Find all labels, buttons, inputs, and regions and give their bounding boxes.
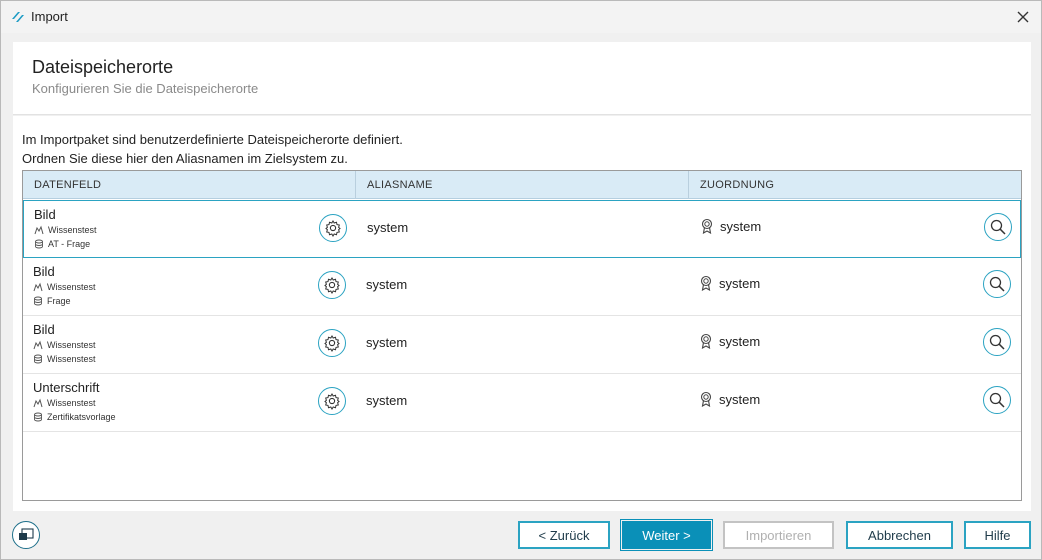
configure-button[interactable] <box>318 329 346 357</box>
module-icon <box>33 282 43 292</box>
assignment-label: system <box>719 333 761 349</box>
module-icon <box>33 340 43 350</box>
field-module-label: Wissenstest <box>47 340 96 350</box>
column-divider[interactable] <box>688 171 689 199</box>
module-icon <box>33 398 43 408</box>
award-icon <box>700 333 712 349</box>
title-bar: Import <box>1 1 1041 33</box>
field-module-label: Wissenstest <box>47 282 96 292</box>
assignment-value: system <box>699 333 760 349</box>
next-button[interactable]: Weiter > <box>620 519 713 551</box>
gear-icon <box>324 393 340 410</box>
field-source: Wissenstest <box>33 354 96 364</box>
assignment-value: system <box>699 275 760 291</box>
header-panel: Dateispeicherorte Konfigurieren Sie die … <box>13 42 1031 115</box>
field-source: Zertifikatsvorlage <box>33 412 116 422</box>
cancel-button[interactable]: Abbrechen <box>846 521 953 549</box>
window-toggle-icon <box>19 528 34 540</box>
field-module: Wissenstest <box>34 225 97 235</box>
mapping-table: DATENFELD ALIASNAME ZUORDNUNG Bild Wisse… <box>22 170 1022 501</box>
column-header-datenfeld[interactable]: DATENFELD <box>34 171 101 199</box>
table-row[interactable]: Bild Wissenstest AT - Frage system syste… <box>23 200 1021 258</box>
alias-name: system <box>367 220 409 235</box>
field-name: Bild <box>34 207 56 222</box>
table-row[interactable]: Unterschrift Wissenstest Zertifikatsvorl… <box>23 374 1021 432</box>
alias-name: system <box>366 393 408 408</box>
intro-line-1: Im Importpaket sind benutzerdefinierte D… <box>22 132 403 147</box>
configure-button[interactable] <box>318 387 346 415</box>
field-source-label: Wissenstest <box>47 354 96 364</box>
gear-icon <box>324 277 340 294</box>
table-header: DATENFELD ALIASNAME ZUORDNUNG <box>23 171 1021 199</box>
import-button[interactable]: Importieren <box>723 521 834 549</box>
window-toggle-button[interactable] <box>12 521 40 549</box>
assignment-value: system <box>700 218 761 234</box>
field-source-label: Zertifikatsvorlage <box>47 412 116 422</box>
assignment-value: system <box>699 391 760 407</box>
app-icon <box>12 12 24 22</box>
field-name: Unterschrift <box>33 380 100 395</box>
database-icon <box>35 239 43 249</box>
select-assignment-button[interactable] <box>983 270 1011 298</box>
configure-button[interactable] <box>319 214 347 242</box>
intro-line-2: Ordnen Sie diese hier den Aliasnamen im … <box>22 151 348 166</box>
assignment-label: system <box>720 218 762 234</box>
database-icon <box>34 412 42 422</box>
back-button[interactable]: < Zurück <box>518 521 610 549</box>
search-icon <box>990 219 1006 235</box>
field-name: Bild <box>33 322 55 337</box>
assignment-label: system <box>719 275 761 291</box>
module-icon <box>34 225 44 235</box>
gear-icon <box>325 220 341 237</box>
field-module-label: Wissenstest <box>47 398 96 408</box>
alias-name: system <box>366 335 408 350</box>
award-icon <box>700 275 712 291</box>
close-icon <box>1017 11 1029 23</box>
configure-button[interactable] <box>318 271 346 299</box>
field-module-label: Wissenstest <box>48 225 97 235</box>
column-header-zuordnung[interactable]: ZUORDNUNG <box>700 171 774 199</box>
field-module: Wissenstest <box>33 282 96 292</box>
help-button[interactable]: Hilfe <box>964 521 1031 549</box>
gear-icon <box>324 335 340 352</box>
field-source: Frage <box>33 296 71 306</box>
table-row[interactable]: Bild Wissenstest Frage system system <box>23 258 1021 316</box>
award-icon <box>701 218 713 234</box>
field-source-label: Frage <box>47 296 71 306</box>
window-title: Import <box>31 9 68 24</box>
page-title: Dateispeicherorte <box>32 57 174 77</box>
select-assignment-button[interactable] <box>983 328 1011 356</box>
database-icon <box>34 296 42 306</box>
search-icon <box>989 276 1005 292</box>
assignment-label: system <box>719 391 761 407</box>
field-module: Wissenstest <box>33 340 96 350</box>
field-name: Bild <box>33 264 55 279</box>
field-source: AT - Frage <box>34 239 90 249</box>
column-header-aliasname[interactable]: ALIASNAME <box>367 171 433 199</box>
field-module: Wissenstest <box>33 398 96 408</box>
database-icon <box>34 354 42 364</box>
select-assignment-button[interactable] <box>983 386 1011 414</box>
table-row[interactable]: Bild Wissenstest Wissenstest system syst… <box>23 316 1021 374</box>
search-icon <box>989 392 1005 408</box>
field-source-label: AT - Frage <box>48 239 91 249</box>
intro-text: Im Importpaket sind benutzerdefinierte D… <box>22 130 403 168</box>
award-icon <box>700 391 712 407</box>
page-subtitle: Konfigurieren Sie die Dateispeicherorte <box>32 81 259 96</box>
close-button[interactable] <box>1013 7 1033 27</box>
search-icon <box>989 334 1005 350</box>
alias-name: system <box>366 277 408 292</box>
column-divider[interactable] <box>355 171 356 199</box>
import-dialog: Import Dateispeicherorte Konfigurieren S… <box>0 0 1042 560</box>
select-assignment-button[interactable] <box>984 213 1012 241</box>
